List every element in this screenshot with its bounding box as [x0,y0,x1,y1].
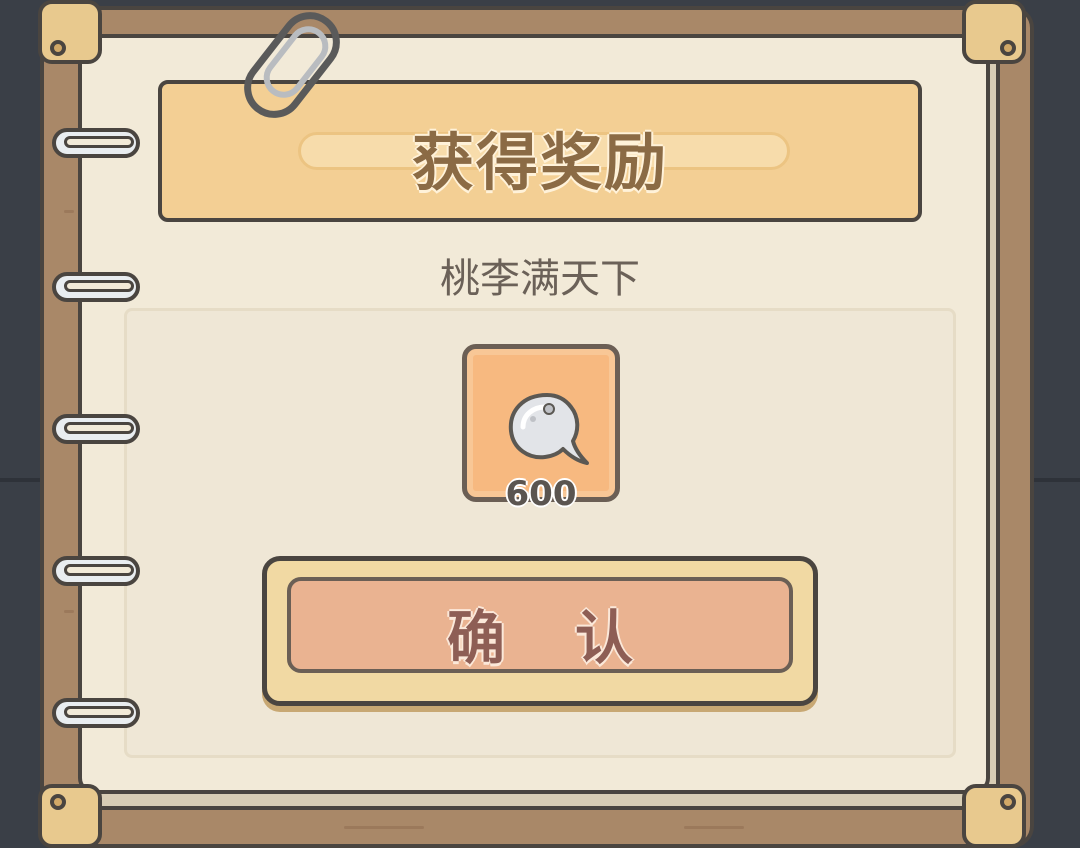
binder-ring-icon [52,692,144,736]
dialog-title: 获得奖励 [411,126,668,199]
corner-bracket [38,0,102,64]
reward-source-title: 桃李满天下 [440,256,640,302]
binder-ring-icon [52,408,144,452]
reward-count: 600 [505,474,577,514]
backdrop-divider [0,478,44,482]
wood-grain [344,826,424,829]
ghost-bubble-icon [508,393,589,465]
confirm-button[interactable]: 确认 [262,556,818,706]
corner-bracket [962,784,1026,848]
corner-bracket [38,784,102,848]
binder-ring-icon [52,550,144,594]
confirm-button-label: 确认 [446,604,703,672]
binder-ring-icon [52,122,144,166]
wood-grain [64,610,74,613]
confirm-button-face[interactable]: 确认 [287,577,793,673]
wood-grain [684,826,744,829]
wood-grain [64,210,74,213]
corner-bracket [962,0,1026,64]
backdrop-divider [1034,478,1080,482]
